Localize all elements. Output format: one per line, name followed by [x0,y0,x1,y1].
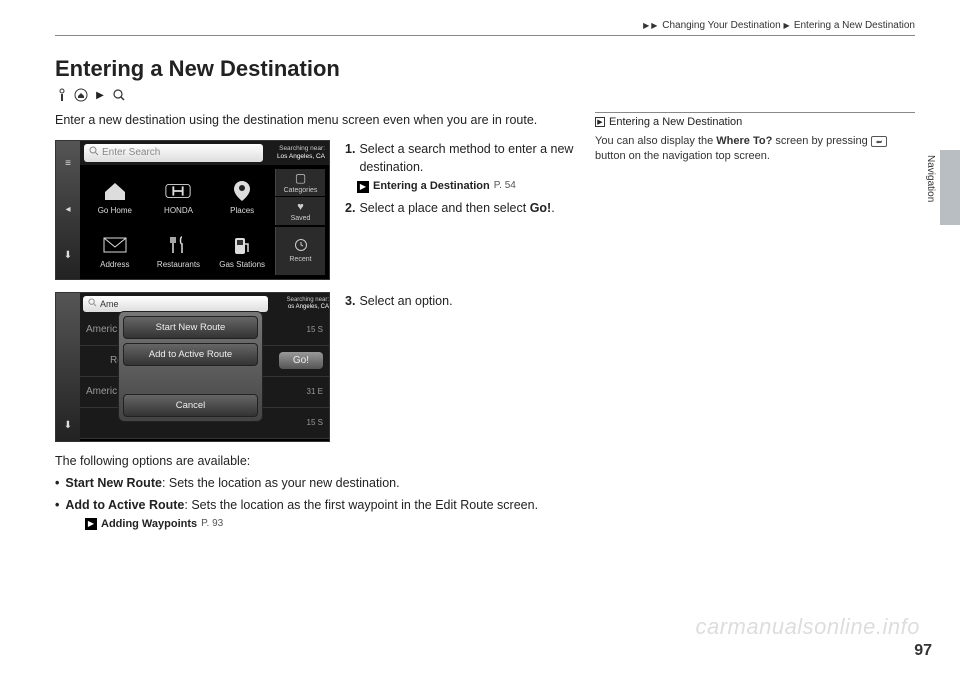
down-icon: ⬇ [64,420,72,431]
options-intro: The following options are available: [55,454,575,468]
section-label: Navigation [925,155,936,202]
play-icon: ▶ [643,21,649,30]
play-icon: ▶ [93,88,107,102]
tile-honda[interactable]: HONDA [148,169,210,226]
option-1: Start New Route: Sets the location as yo… [65,474,399,492]
categories-icon: ▢ [295,171,306,185]
reference-icon: ▶ [357,181,369,193]
reference-icon: ▶ [85,518,97,530]
breadcrumb-1: Changing Your Destination [662,20,780,31]
search-input[interactable]: Ame [83,296,268,312]
clock-icon [294,238,308,254]
bullet-icon: • [55,474,59,492]
step-3-text: Select an option. [359,292,452,310]
envelope-icon [101,233,129,257]
pin-icon [228,179,256,203]
tile-recent[interactable]: Recent [275,227,325,275]
tile-gas[interactable]: Gas Stations [211,227,273,275]
step-number: 3. [345,292,355,310]
search-icon [88,298,97,309]
tile-categories[interactable]: ▢ Categories [275,169,325,197]
step-1-text: Select a search method to enter a new de… [359,140,575,176]
play-icon: ▶ [651,21,657,30]
search-placeholder: Enter Search [102,147,160,158]
heart-icon: ♥ [297,201,304,213]
nav-screenshot-search: ≡ ◂ ⬇ Enter Search [55,140,330,280]
home-icon [74,88,88,102]
honda-icon [164,179,192,203]
tile-saved[interactable]: ♥ Saved [275,197,325,225]
step-1-reference: ▶ Entering a Destination P. 54 [357,179,575,195]
section-tab [940,150,960,225]
menu-icon: ≡ [65,158,71,169]
sidebar-note: ▶ Entering a New Destination You can als… [595,112,915,165]
tile-address[interactable]: Address [84,227,146,275]
note-text: You can also display the Where To? scree… [595,134,915,165]
info-icon [55,88,69,102]
breadcrumb: ▶▶ Changing Your Destination ▶ Entering … [55,20,915,36]
page-number: 97 [914,642,932,660]
nav-screenshot-popup: ⬇ Ame Searching near: [55,292,330,442]
cancel-button[interactable]: Cancel [123,394,258,417]
breadcrumb-2: Entering a New Destination [794,20,915,31]
searching-near-location: Los Angeles, CA [266,153,325,160]
down-icon: ⬇ [64,250,72,261]
home-icon [101,179,129,203]
option-2-reference: ▶ Adding Waypoints P. 93 [85,518,575,530]
bullet-icon: • [55,496,59,514]
page-title: Entering a New Destination [55,56,915,82]
search-input[interactable]: Enter Search [84,144,263,162]
play-icon: ▶ [783,21,791,30]
tile-go-home[interactable]: Go Home [84,169,146,226]
search-icon [112,88,126,102]
step-number: 2. [345,199,355,217]
gas-icon [228,233,256,257]
tile-restaurants[interactable]: Restaurants [148,227,210,275]
back-button-icon: ⮨ [871,136,887,147]
tile-places[interactable]: Places [211,169,273,226]
add-to-active-route-button[interactable]: Add to Active Route [123,343,258,366]
watermark: carmanualsonline.info [695,614,920,640]
search-icon [89,146,99,159]
start-new-route-button[interactable]: Start New Route [123,316,258,339]
note-title: Entering a New Destination [609,116,742,128]
intro-text: Enter a new destination using the destin… [55,112,575,130]
fork-knife-icon [164,233,192,257]
step-number: 1. [345,140,355,176]
route-popup: Start New Route Add to Active Route Canc… [118,311,263,422]
step-2-text: Select a place and then select Go!. [359,199,554,217]
option-2: Add to Active Route: Sets the location a… [65,496,538,514]
note-icon: ▶ [595,117,605,127]
searching-near-label: Searching near: [266,145,325,152]
up-icon: ◂ [65,204,70,215]
go-button[interactable]: Go! [279,352,323,369]
icon-row: ▶ [55,88,915,102]
